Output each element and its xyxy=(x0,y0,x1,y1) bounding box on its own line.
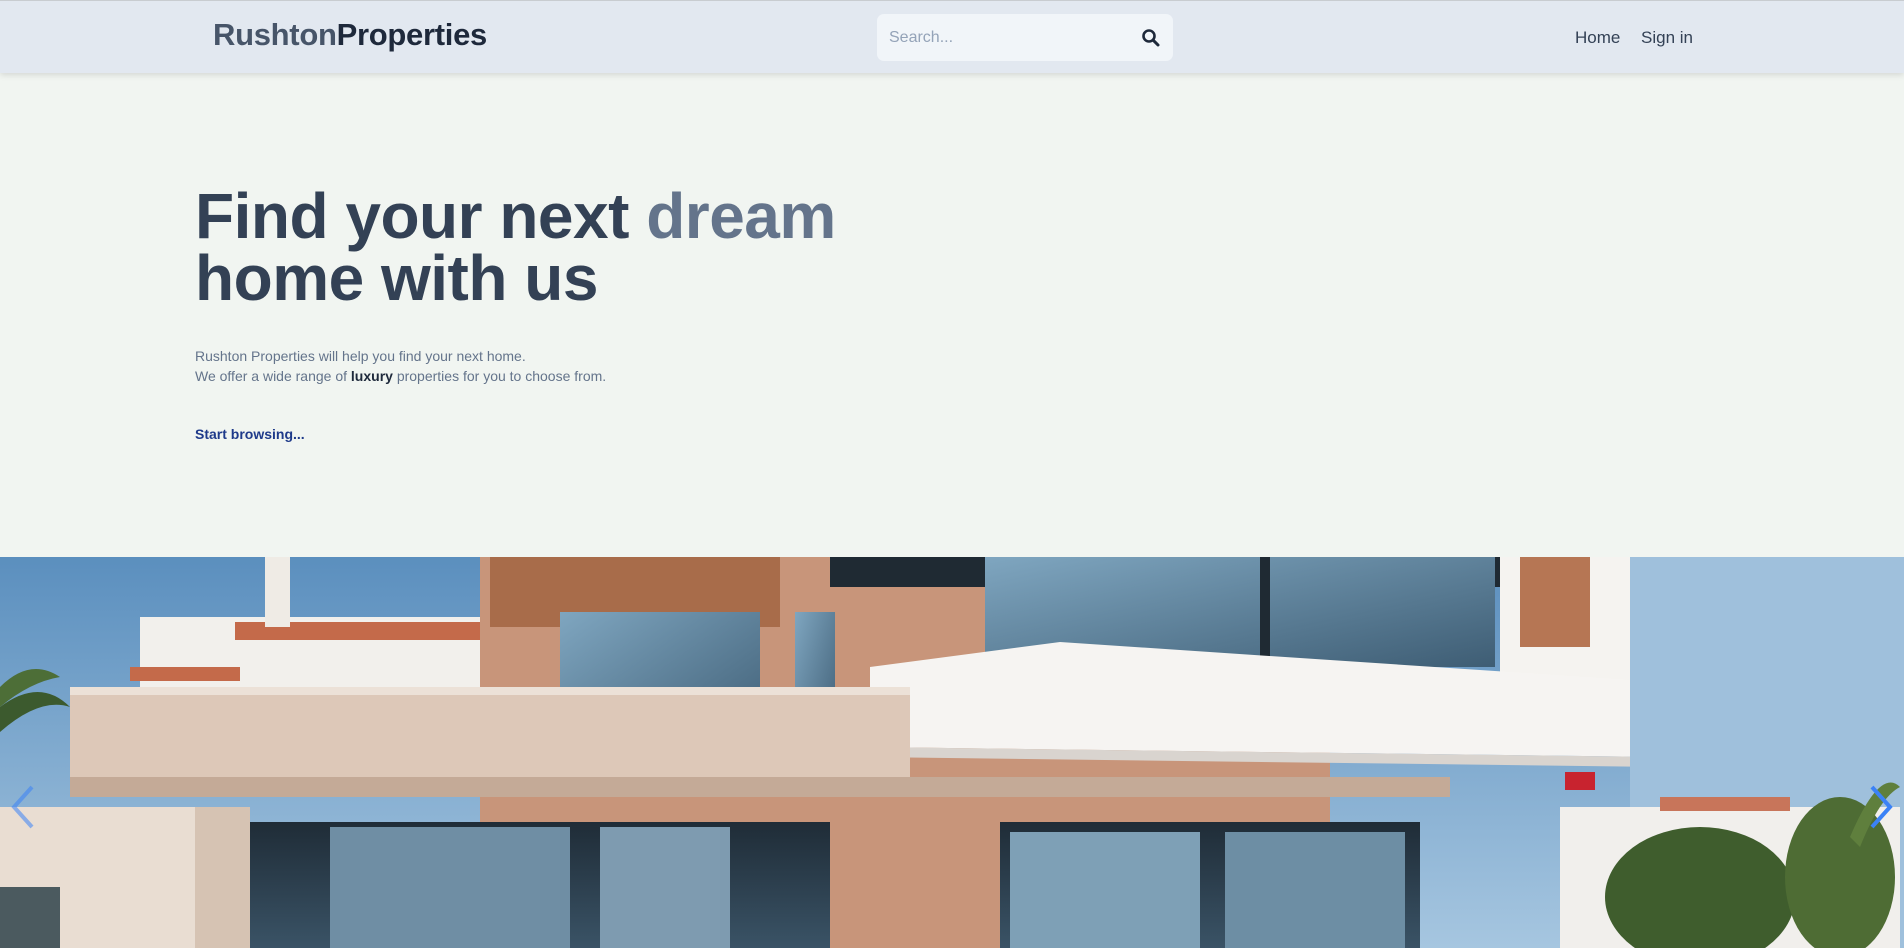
start-browsing-link[interactable]: Start browsing... xyxy=(195,426,305,442)
hero-title-line2: home with us xyxy=(195,242,598,314)
navbar: RushtonProperties Home Sign in xyxy=(0,0,1904,73)
carousel-prev-button[interactable] xyxy=(4,777,44,837)
search-input[interactable] xyxy=(877,14,1127,61)
hero-title-accent: dream xyxy=(646,180,836,252)
hero-text-before: We offer a wide range of xyxy=(195,368,351,384)
brand-logo[interactable]: RushtonProperties xyxy=(213,17,487,53)
brand-part1: Rushton xyxy=(213,17,337,52)
villa-image xyxy=(0,557,1904,948)
property-carousel xyxy=(0,557,1904,948)
chevron-right-icon xyxy=(1870,785,1893,829)
hero-text-line2: We offer a wide range of luxury properti… xyxy=(195,366,606,386)
hero-text-line1: Rushton Properties will help you find yo… xyxy=(195,348,526,364)
hero-text-after: properties for you to choose from. xyxy=(392,368,607,384)
hero-text-bold: luxury xyxy=(350,368,393,384)
carousel-next-button[interactable] xyxy=(1860,777,1900,837)
chevron-left-icon xyxy=(11,785,34,829)
search-box xyxy=(877,14,1173,61)
hero-description: Rushton Properties will help you find yo… xyxy=(195,346,606,386)
hero-title: Find your next dream home with us xyxy=(195,184,836,310)
brand-part2: Properties xyxy=(336,17,488,52)
nav-home-link[interactable]: Home xyxy=(1575,28,1620,48)
search-icon[interactable] xyxy=(1141,28,1161,48)
nav-signin-link[interactable]: Sign in xyxy=(1641,28,1693,48)
